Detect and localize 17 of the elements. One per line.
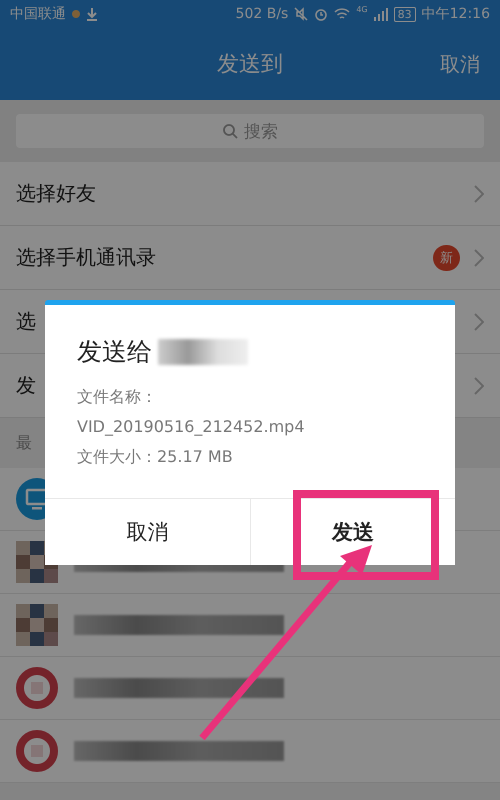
section-label: 最 xyxy=(16,432,32,454)
search-placeholder: 搜索 xyxy=(244,120,278,142)
file-name: VID_20190516_212452.mp4 xyxy=(77,416,306,438)
menu-label: 选择好友 xyxy=(16,180,96,207)
battery-level: 83 xyxy=(394,6,416,22)
file-size: 文件大小：25.17 MB xyxy=(77,446,234,468)
network-speed: 502 B/s xyxy=(236,6,288,22)
menu-label: 选 xyxy=(16,308,36,335)
dialog-title: 发送给 xyxy=(77,336,152,368)
menu-label: 选择手机通讯录 xyxy=(16,244,156,271)
carrier-name: 中国联通 xyxy=(10,5,66,23)
network-type: 4G xyxy=(356,5,368,14)
new-badge: 新 xyxy=(433,244,460,270)
file-name-label: 文件名称： xyxy=(77,386,158,408)
time: 中午12:16 xyxy=(422,5,490,23)
header-title: 发送到 xyxy=(217,51,283,79)
menu-label: 发 xyxy=(16,372,36,399)
